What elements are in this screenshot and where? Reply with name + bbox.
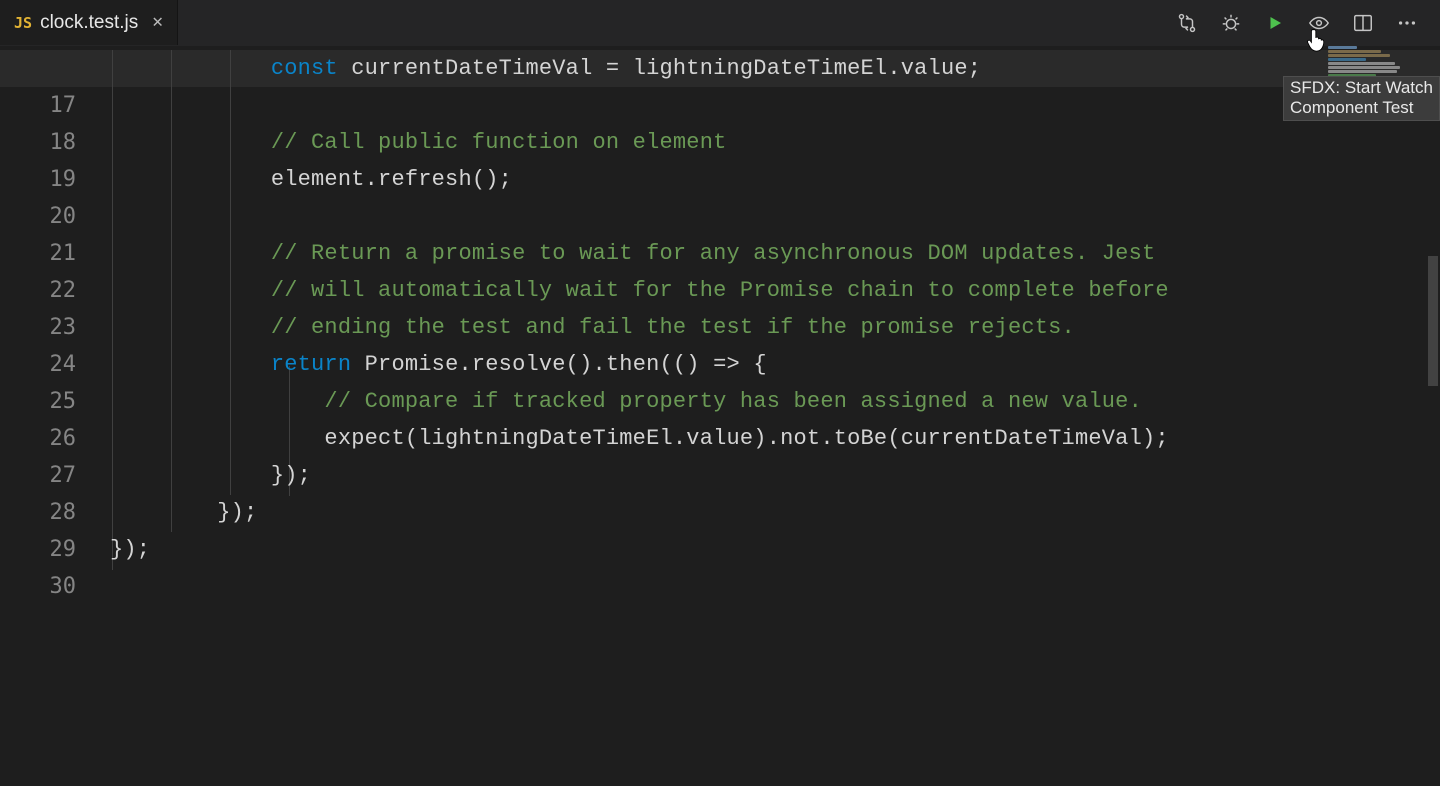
line-number: 25 [0, 383, 110, 420]
line-number-gutter: 16 17 18 19 20 21 22 23 24 25 26 27 28 2… [0, 46, 110, 786]
debug-icon[interactable] [1220, 12, 1242, 34]
compare-changes-icon[interactable] [1176, 12, 1198, 34]
action-tooltip: SFDX: Start Watch Component Test [1283, 76, 1440, 121]
tooltip-line2: Component Test [1290, 98, 1433, 118]
code-editor[interactable]: 16 17 18 19 20 21 22 23 24 25 26 27 28 2… [0, 46, 1440, 786]
line-number: 23 [0, 309, 110, 346]
split-editor-icon[interactable] [1352, 12, 1374, 34]
line-number: 20 [0, 198, 110, 235]
line-number: 18 [0, 124, 110, 161]
editor-tab-bar: JS clock.test.js ✕ [0, 0, 1440, 46]
line-number: 22 [0, 272, 110, 309]
more-actions-icon[interactable] [1396, 12, 1418, 34]
tab-filename: clock.test.js [40, 12, 138, 34]
editor-title-actions [1176, 0, 1440, 45]
line-number: 24 [0, 346, 110, 383]
run-icon[interactable] [1264, 12, 1286, 34]
code-content[interactable]: const currentDateTimeVal = lightningDate… [110, 46, 1440, 786]
line-number: 29 [0, 531, 110, 568]
line-number: 30 [0, 568, 110, 605]
editor-tab-clock-test[interactable]: JS clock.test.js ✕ [0, 0, 178, 45]
close-tab-icon[interactable]: ✕ [152, 14, 163, 32]
line-number: 27 [0, 457, 110, 494]
watch-eye-icon[interactable] [1308, 12, 1330, 34]
tooltip-line1: SFDX: Start Watch [1290, 78, 1433, 98]
line-number: 17 [0, 87, 110, 124]
line-number: 21 [0, 235, 110, 272]
line-number: 26 [0, 420, 110, 457]
file-type-js-icon: JS [14, 14, 32, 32]
line-number: 28 [0, 494, 110, 531]
line-number: 19 [0, 161, 110, 198]
